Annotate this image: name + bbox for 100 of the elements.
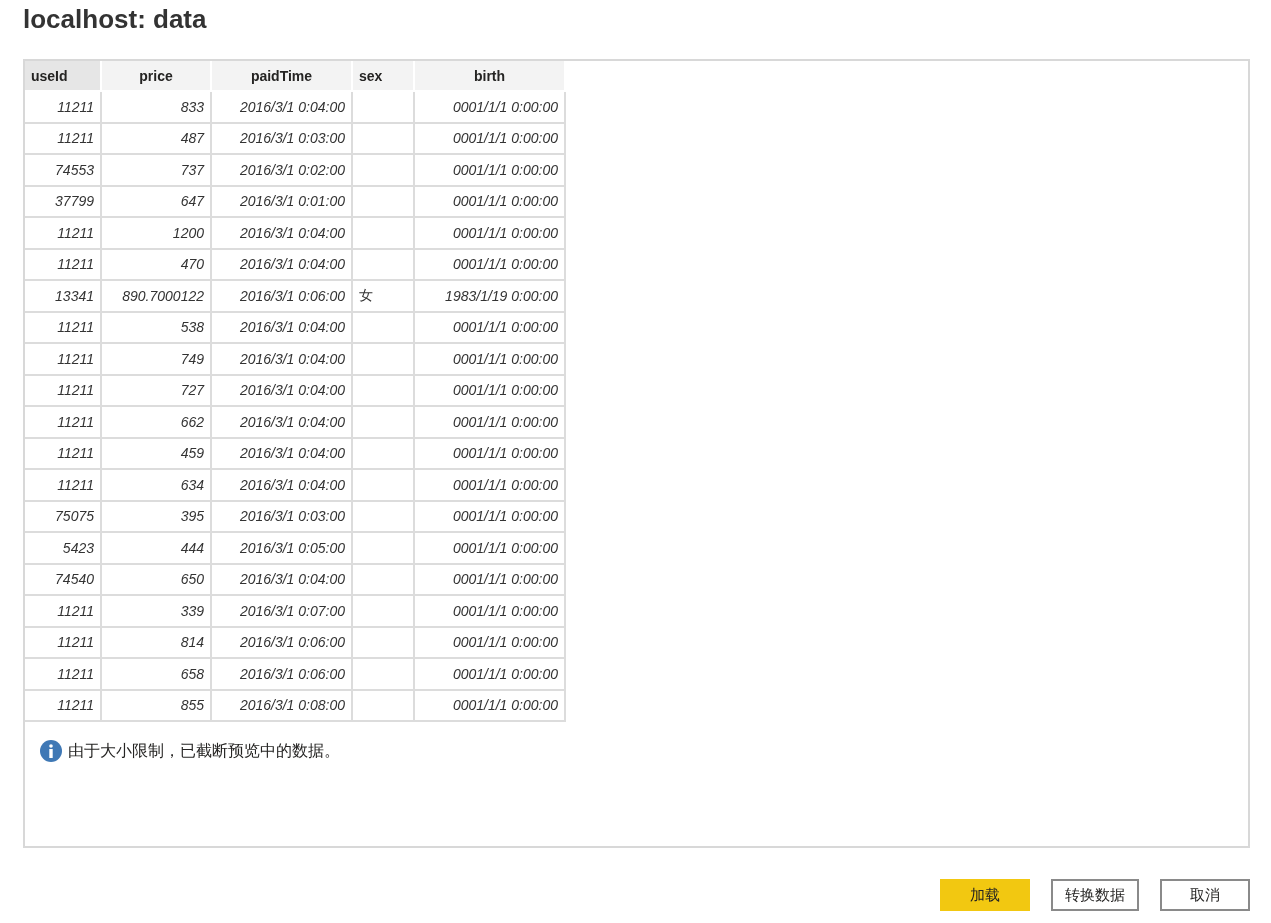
table-cell: 2016/3/1 0:06:00	[211, 280, 352, 312]
table-cell: 538	[101, 311, 211, 343]
table-cell: 0001/1/1 0:00:00	[414, 91, 565, 123]
table-cell: 2016/3/1 0:04:00	[211, 217, 352, 249]
table-cell	[352, 595, 414, 627]
table-cell	[352, 217, 414, 249]
table-cell: 0001/1/1 0:00:00	[414, 311, 565, 343]
table-cell: 女	[352, 280, 414, 312]
table-cell: 11211	[25, 626, 101, 658]
table-cell: 11211	[25, 343, 101, 375]
table-cell: 11211	[25, 689, 101, 721]
table-cell	[352, 469, 414, 501]
table-cell: 2016/3/1 0:05:00	[211, 532, 352, 564]
table-cell: 2016/3/1 0:04:00	[211, 311, 352, 343]
table-cell: 2016/3/1 0:04:00	[211, 469, 352, 501]
table-cell: 395	[101, 500, 211, 532]
column-header[interactable]: paidTime	[211, 61, 352, 91]
table-cell: 11211	[25, 658, 101, 690]
table-cell: 0001/1/1 0:00:00	[414, 689, 565, 721]
table-cell: 0001/1/1 0:00:00	[414, 658, 565, 690]
table-cell: 11211	[25, 217, 101, 249]
table-cell: 11211	[25, 122, 101, 154]
table-cell: 2016/3/1 0:02:00	[211, 154, 352, 186]
table-cell: 0001/1/1 0:00:00	[414, 595, 565, 627]
table-cell	[352, 154, 414, 186]
table-cell: 634	[101, 469, 211, 501]
table-cell: 0001/1/1 0:00:00	[414, 532, 565, 564]
table-cell: 11211	[25, 311, 101, 343]
table-cell	[352, 406, 414, 438]
table-cell	[352, 311, 414, 343]
table-cell: 0001/1/1 0:00:00	[414, 374, 565, 406]
table-cell: 2016/3/1 0:04:00	[211, 91, 352, 123]
table-cell: 2016/3/1 0:07:00	[211, 595, 352, 627]
table-cell: 11211	[25, 374, 101, 406]
table-cell: 2016/3/1 0:04:00	[211, 563, 352, 595]
table-cell: 0001/1/1 0:00:00	[414, 406, 565, 438]
column-header[interactable]: birth	[414, 61, 565, 91]
table-cell: 11211	[25, 91, 101, 123]
table-cell: 0001/1/1 0:00:00	[414, 217, 565, 249]
table-cell: 470	[101, 248, 211, 280]
table-cell: 2016/3/1 0:06:00	[211, 658, 352, 690]
table-cell: 459	[101, 437, 211, 469]
table-cell	[352, 689, 414, 721]
table-cell: 1200	[101, 217, 211, 249]
table-cell: 0001/1/1 0:00:00	[414, 122, 565, 154]
table-cell: 74540	[25, 563, 101, 595]
table-cell: 2016/3/1 0:04:00	[211, 343, 352, 375]
table-cell: 0001/1/1 0:00:00	[414, 469, 565, 501]
table-cell	[352, 122, 414, 154]
table-cell	[352, 343, 414, 375]
column-header[interactable]: price	[101, 61, 211, 91]
dialog-button[interactable]: 转换数据	[1051, 879, 1139, 911]
table-cell: 2016/3/1 0:04:00	[211, 248, 352, 280]
table-cell: 749	[101, 343, 211, 375]
table-cell	[352, 500, 414, 532]
table-cell	[352, 91, 414, 123]
table-cell: 0001/1/1 0:00:00	[414, 343, 565, 375]
table-cell: 444	[101, 532, 211, 564]
table-cell: 647	[101, 185, 211, 217]
table-cell: 855	[101, 689, 211, 721]
table-cell: 13341	[25, 280, 101, 312]
table-cell: 487	[101, 122, 211, 154]
table-cell: 75075	[25, 500, 101, 532]
table-cell: 74553	[25, 154, 101, 186]
table-cell: 11211	[25, 595, 101, 627]
table-cell: 658	[101, 658, 211, 690]
table-cell: 2016/3/1 0:04:00	[211, 406, 352, 438]
table-cell: 0001/1/1 0:00:00	[414, 563, 565, 595]
table-cell: 2016/3/1 0:03:00	[211, 500, 352, 532]
table-cell: 814	[101, 626, 211, 658]
table-cell: 11211	[25, 437, 101, 469]
table-cell: 0001/1/1 0:00:00	[414, 185, 565, 217]
truncation-notice: 由于大小限制，已截断预览中的数据。	[68, 740, 340, 762]
table-cell	[352, 626, 414, 658]
info-icon	[40, 740, 62, 762]
table-cell: 2016/3/1 0:08:00	[211, 689, 352, 721]
table-cell	[352, 437, 414, 469]
load-button[interactable]: 加载	[940, 879, 1030, 911]
table-cell: 0001/1/1 0:00:00	[414, 154, 565, 186]
table-cell: 0001/1/1 0:00:00	[414, 437, 565, 469]
table-cell: 662	[101, 406, 211, 438]
table-cell: 5423	[25, 532, 101, 564]
table-cell: 727	[101, 374, 211, 406]
table-cell: 2016/3/1 0:04:00	[211, 374, 352, 406]
table-cell: 11211	[25, 469, 101, 501]
table-cell: 0001/1/1 0:00:00	[414, 500, 565, 532]
table-cell	[352, 563, 414, 595]
table-cell	[352, 658, 414, 690]
column-header[interactable]: sex	[352, 61, 414, 91]
window-title: localhost: data	[23, 3, 208, 36]
table-cell: 2016/3/1 0:01:00	[211, 185, 352, 217]
column-header[interactable]: useId	[25, 61, 101, 91]
table-cell: 2016/3/1 0:04:00	[211, 437, 352, 469]
table-cell	[352, 185, 414, 217]
table-cell: 2016/3/1 0:03:00	[211, 122, 352, 154]
table-cell: 0001/1/1 0:00:00	[414, 248, 565, 280]
table-cell: 737	[101, 154, 211, 186]
dialog-button[interactable]: 取消	[1160, 879, 1250, 911]
table-cell: 833	[101, 91, 211, 123]
table-cell: 11211	[25, 406, 101, 438]
